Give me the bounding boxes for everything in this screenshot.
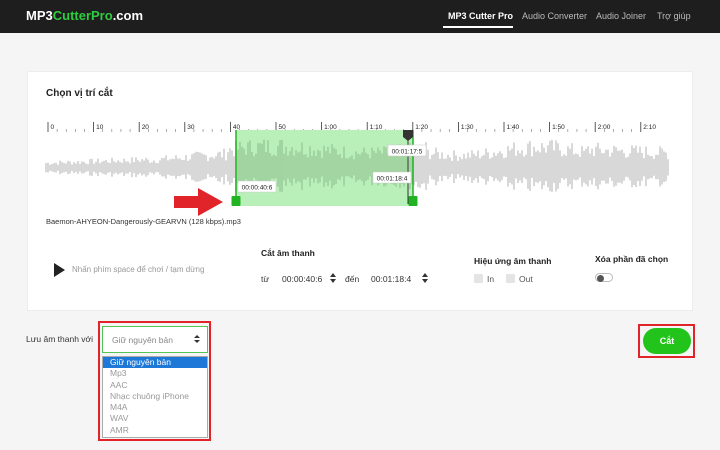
- fade-out-label: Out: [519, 274, 533, 284]
- format-option[interactable]: WAV: [103, 413, 207, 424]
- fade-in-checkbox[interactable]: [474, 274, 483, 283]
- format-option[interactable]: AAC: [103, 380, 207, 391]
- nav-audio-converter[interactable]: Audio Converter: [522, 0, 587, 33]
- delete-selected-toggle[interactable]: [595, 273, 613, 282]
- toggle-knob: [597, 274, 604, 282]
- end-handle[interactable]: [408, 196, 418, 206]
- playhead-time-label: 00:01:17:5: [392, 149, 423, 156]
- select-arrows-icon: [194, 335, 200, 345]
- start-time-field[interactable]: 00:00:40:6: [282, 274, 322, 284]
- to-label: đến: [345, 274, 360, 284]
- start-handle[interactable]: [231, 196, 241, 206]
- waveform[interactable]: 00:01:17:5 00:01:18:4 00:00:40:6: [28, 72, 694, 217]
- format-option[interactable]: M4A: [103, 402, 207, 413]
- format-option[interactable]: Nhạc chuông iPhone: [103, 391, 207, 402]
- active-nav-underline: [443, 26, 513, 28]
- start-time-stepper[interactable]: [330, 273, 336, 284]
- end-time-stepper[interactable]: [422, 273, 428, 284]
- nav-help[interactable]: Trợ giúp: [657, 0, 691, 33]
- site-logo[interactable]: MP3CutterPro.com: [26, 8, 143, 23]
- cut-button[interactable]: Cắt: [643, 328, 691, 354]
- from-label: từ: [261, 274, 270, 284]
- format-option[interactable]: Mp3: [103, 368, 207, 379]
- end-time-label: 00:01:18:4: [377, 176, 408, 183]
- effects-title: Hiệu ứng âm thanh: [474, 256, 552, 266]
- top-navbar: MP3CutterPro.com MP3 Cutter Pro Audio Co…: [0, 0, 720, 33]
- annotation-arrow: [174, 188, 223, 216]
- save-format-label: Lưu âm thanh với: [26, 334, 94, 344]
- play-hint: Nhấn phím space để chơi / tạm dừng: [72, 265, 205, 274]
- format-select-value: Giữ nguyên bản: [112, 335, 173, 345]
- play-icon[interactable]: [54, 263, 65, 277]
- nav-audio-joiner[interactable]: Audio Joiner: [596, 0, 646, 33]
- cut-section-title: Cắt âm thanh: [261, 248, 315, 258]
- fade-out-checkbox[interactable]: [506, 274, 515, 283]
- fade-in-label: In: [487, 274, 495, 284]
- format-select[interactable]: Giữ nguyên bản: [102, 326, 208, 353]
- start-time-label: 00:00:40:6: [242, 185, 273, 192]
- format-dropdown-list: Giữ nguyên bản Mp3 AAC Nhạc chuông iPhon…: [102, 356, 208, 438]
- audio-filename: Baemon-AHYEON-Dangerously-GEARVN (128 kb…: [46, 217, 241, 226]
- nav-mp3-cutter-pro[interactable]: MP3 Cutter Pro: [448, 0, 513, 33]
- format-option[interactable]: AMR: [103, 425, 207, 436]
- delete-selected-title: Xóa phần đã chọn: [595, 254, 669, 264]
- end-time-field[interactable]: 00:01:18:4: [371, 274, 411, 284]
- format-option[interactable]: Giữ nguyên bản: [103, 357, 207, 369]
- editor-card: Chọn vị trí cắt 0 10 20 30 40 50 1:00 1:10 1:20 1…: [27, 71, 693, 311]
